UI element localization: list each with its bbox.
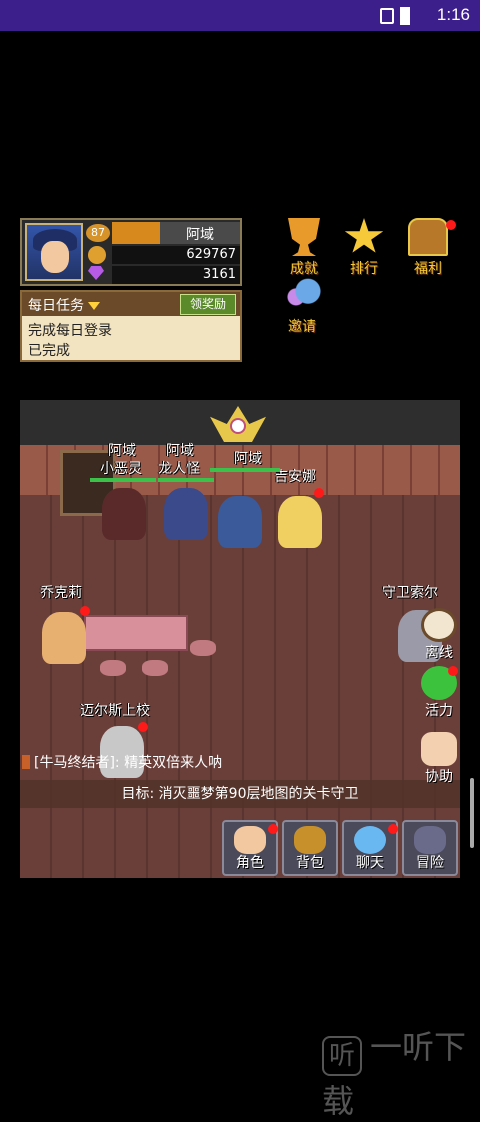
adventure-label: 冒险 xyxy=(416,855,444,871)
hp-bar xyxy=(158,478,214,482)
assist-label: 协助 xyxy=(425,769,453,785)
hp-bar xyxy=(210,468,280,472)
watermark-logo-icon: 听 xyxy=(322,1036,362,1076)
dragon-name: 龙人怪 xyxy=(158,461,200,477)
joker-name: 乔克莉 xyxy=(40,585,82,601)
notification-dot xyxy=(268,824,278,834)
vitality-label: 活力 xyxy=(425,703,453,719)
player-scene-name: 阿域 xyxy=(234,451,262,467)
invite-icon xyxy=(282,276,322,314)
notification-dot xyxy=(448,666,458,676)
player-name-bar: 阿域 xyxy=(112,222,240,244)
backpack-button[interactable]: 背包 xyxy=(282,820,338,876)
hand-icon xyxy=(421,732,457,766)
chat-tag-icon xyxy=(22,755,30,769)
character-icon xyxy=(234,826,266,854)
tavern-table xyxy=(84,615,188,651)
battery-charging-icon xyxy=(400,7,410,25)
status-bar: 1:16 xyxy=(0,0,480,31)
character-button[interactable]: 角色 xyxy=(222,820,278,876)
rank-button[interactable]: 排行 xyxy=(340,218,388,278)
rank-label: 排行 xyxy=(350,261,378,277)
notification-dot xyxy=(388,824,398,834)
welfare-button[interactable]: 福利 xyxy=(404,218,456,278)
character-label: 角色 xyxy=(236,855,264,871)
crest-eye xyxy=(230,418,246,434)
treasure-chest-icon xyxy=(408,218,448,256)
chat-label: 聊天 xyxy=(356,855,384,871)
trophy-icon xyxy=(288,218,320,256)
chat-bubble-icon xyxy=(354,826,386,854)
chat-text: [牛马终结者]: 精英双倍来人呐 xyxy=(34,755,223,771)
world-chat-line[interactable]: [牛马终结者]: 精英双倍来人呐 xyxy=(22,752,252,774)
rank-star-icon xyxy=(344,218,384,253)
captain-name: 迈尔斯上校 xyxy=(80,703,150,719)
player-name: 阿域 xyxy=(186,227,214,243)
scrollbar-thumb[interactable] xyxy=(470,778,474,848)
notification-dot xyxy=(314,488,324,498)
imp-monster[interactable] xyxy=(102,488,146,540)
welfare-label: 福利 xyxy=(414,261,442,277)
claim-reward-button[interactable]: 领奖励 xyxy=(180,294,236,315)
backpack-icon xyxy=(294,826,326,854)
offline-label: 离线 xyxy=(425,645,453,661)
invite-button[interactable]: 邀请 xyxy=(274,276,330,336)
backpack-label: 背包 xyxy=(296,855,324,871)
dropdown-arrow-icon[interactable] xyxy=(88,302,100,310)
joker-npc[interactable] xyxy=(42,612,86,664)
daily-task-panel[interactable]: 每日任务 领奖励 完成每日登录 已完成 xyxy=(20,290,242,362)
achievement-button[interactable]: 成就 xyxy=(280,218,328,278)
watermark: 听一听下载 xyxy=(322,1022,480,1122)
imp-name: 小恶灵 xyxy=(100,461,142,477)
stool xyxy=(142,660,168,676)
stool xyxy=(100,660,126,676)
gianna-npc[interactable] xyxy=(278,496,322,548)
achievement-label: 成就 xyxy=(290,261,318,277)
assist-button[interactable]: 协助 xyxy=(416,732,462,786)
player-panel[interactable]: 87 阿域 629767 3161 xyxy=(20,218,242,286)
imp-owner-name: 阿域 xyxy=(108,443,136,459)
chat-button[interactable]: 聊天 xyxy=(342,820,398,876)
task-state: 已完成 xyxy=(28,343,70,359)
hp-bar xyxy=(90,478,156,482)
task-title: 每日任务 xyxy=(28,298,84,314)
notification-dot xyxy=(446,220,456,230)
notification-dot xyxy=(138,722,148,732)
adventure-portal-icon xyxy=(414,826,446,854)
level-badge: 87 xyxy=(86,224,110,242)
vibrate-icon xyxy=(380,8,394,24)
task-header: 每日任务 领奖励 xyxy=(22,292,240,316)
guard-name: 守卫索尔 xyxy=(382,585,438,601)
stool xyxy=(190,640,216,656)
exp-fill xyxy=(112,222,160,244)
player-avatar[interactable] xyxy=(25,223,83,281)
offline-button[interactable]: 离线 xyxy=(416,608,462,662)
clock-icon xyxy=(421,608,457,642)
gold-amount: 629767 xyxy=(112,246,240,264)
gold-coin-icon xyxy=(88,246,106,264)
invite-label: 邀请 xyxy=(288,319,316,335)
gem-icon xyxy=(88,266,104,280)
task-title-wrap[interactable]: 每日任务 xyxy=(28,295,100,315)
notification-dot xyxy=(80,606,90,616)
dragon-owner-name: 阿域 xyxy=(166,443,194,459)
player-character[interactable] xyxy=(218,496,262,548)
gianna-name: 吉安娜 xyxy=(274,469,316,485)
goal-bar[interactable]: 目标: 消灭噩梦第90层地图的关卡守卫 xyxy=(20,780,460,808)
adventure-button[interactable]: 冒险 xyxy=(402,820,458,876)
vitality-button[interactable]: 活力 xyxy=(416,666,462,720)
dragon-monster[interactable] xyxy=(164,488,208,540)
gem-amount: 3161 xyxy=(112,266,240,284)
status-time: 1:16 xyxy=(436,5,470,24)
task-name: 完成每日登录 xyxy=(28,323,112,339)
